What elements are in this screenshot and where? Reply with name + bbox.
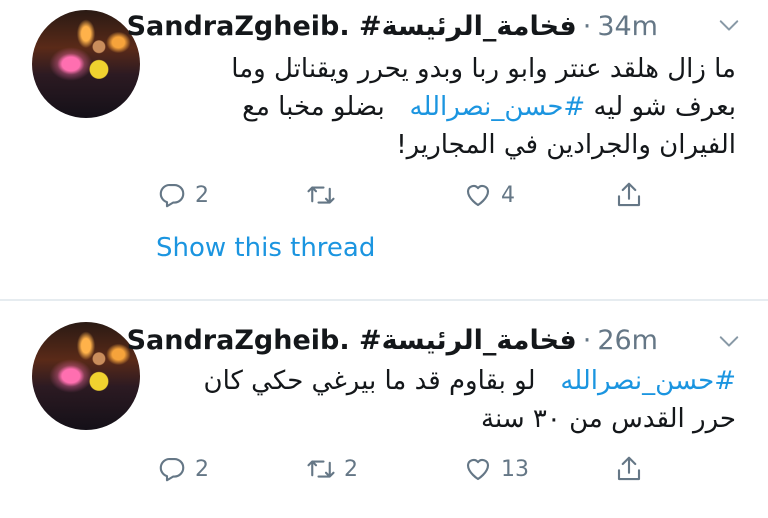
tweet-text-fragment: بعرف شو ليه: [593, 92, 736, 122]
chevron-down-icon[interactable]: [718, 330, 740, 352]
reply-count: 2: [195, 182, 209, 208]
tweet-header: SandraZgheib. #فخامة_الرئيسة · 34m: [127, 6, 658, 46]
hashtag-link[interactable]: #حسن_نصرالله: [560, 366, 736, 396]
author-name[interactable]: SandraZgheib. #فخامة_الرئيسة: [127, 11, 577, 42]
tweet-text: ما زال هلقد عنتر وابو ربا وبدو يحرر ويقن…: [150, 50, 736, 164]
retweet-icon: [307, 460, 335, 478]
tweet-text-fragment: بضلو مخبا مع: [242, 92, 385, 122]
tweet-line: الفيران والجرادين في المجارير!: [396, 130, 736, 160]
heart-icon: [466, 459, 490, 481]
timestamp[interactable]: 34m: [597, 11, 658, 42]
tweet-text: #حسن_نصرالله لو بقاوم قد ما بيرغي حكي كا…: [150, 362, 737, 438]
retweet-icon: [307, 186, 335, 204]
like-count: 13: [501, 456, 529, 482]
tweet-actions: 2 4: [0, 180, 768, 220]
tweet[interactable]: SandraZgheib. #فخامة_الرئيسة · 34m ما زا…: [0, 0, 768, 299]
reply-button[interactable]: 2: [157, 180, 209, 210]
tweet-line: حرر القدس من ٣٠ سنة: [481, 404, 736, 434]
reply-icon: [159, 457, 185, 482]
reply-count: 2: [195, 456, 209, 482]
separator-dot: ·: [582, 324, 592, 356]
like-count: 4: [501, 182, 515, 208]
tweet-line: #حسن_نصرالله لو بقاوم قد ما بيرغي حكي كا…: [150, 362, 737, 400]
reply-icon: [159, 183, 185, 208]
retweet-count: 2: [344, 456, 358, 482]
timestamp[interactable]: 26m: [597, 325, 658, 356]
author-name[interactable]: SandraZgheib. #فخامة_الرئيسة: [127, 325, 577, 356]
separator-dot: ·: [582, 10, 592, 42]
tweet-actions: 2 2 13: [0, 454, 768, 494]
retweet-button[interactable]: 2: [306, 454, 358, 484]
hashtag-link[interactable]: #حسن_نصرالله: [410, 92, 586, 122]
heart-icon: [466, 185, 490, 207]
share-button[interactable]: [614, 180, 644, 210]
tweet-line: بعرف شو ليه #حسن_نصرالله بضلو مخبا مع: [150, 88, 736, 126]
retweet-button[interactable]: [306, 180, 344, 210]
reply-button[interactable]: 2: [157, 454, 209, 484]
share-icon: [617, 182, 641, 207]
like-button[interactable]: 4: [463, 180, 515, 210]
chevron-down-icon[interactable]: [718, 14, 740, 36]
tweet-header: SandraZgheib. #فخامة_الرئيسة · 26m: [127, 320, 658, 360]
share-button[interactable]: [614, 454, 644, 484]
tweet-line: ما زال هلقد عنتر وابو ربا وبدو يحرر ويقن…: [231, 54, 736, 84]
show-thread-link[interactable]: Show this thread: [156, 233, 375, 263]
tweet-text-fragment: لو بقاوم قد ما بيرغي حكي كان: [203, 366, 536, 396]
like-button[interactable]: 13: [463, 454, 529, 484]
avatar[interactable]: [32, 10, 140, 118]
avatar[interactable]: [32, 322, 140, 430]
share-icon: [617, 456, 641, 481]
tweet[interactable]: SandraZgheib. #فخامة_الرئيسة · 26m #حسن_…: [0, 300, 768, 518]
